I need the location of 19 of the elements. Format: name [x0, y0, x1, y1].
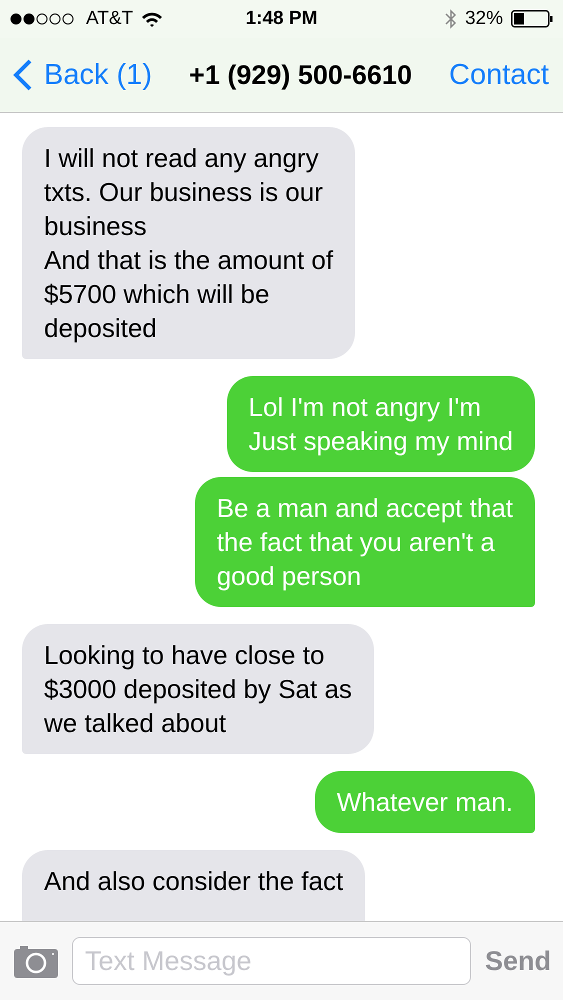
carrier-name: AT&T	[86, 8, 134, 30]
message-bubble: Be a man and accept that the fact that you aren't a good person	[194, 477, 535, 607]
camera-icon[interactable]	[14, 944, 58, 978]
message-bubble: And also consider the fact	[22, 850, 366, 921]
wifi-icon	[141, 11, 164, 27]
back-button[interactable]: Back (1)	[12, 58, 152, 92]
clock-time: 1:48 PM	[246, 8, 318, 30]
contact-button[interactable]: Contact	[449, 58, 549, 92]
chevron-left-icon	[12, 58, 34, 92]
message-bubble: Whatever man.	[314, 771, 535, 833]
message-field[interactable]: Text Message	[72, 937, 471, 985]
bluetooth-icon	[444, 8, 457, 30]
battery-percent: 32%	[464, 8, 503, 30]
send-button[interactable]: Send	[484, 946, 551, 976]
message-bubble: Lol I'm not angry I'm Just speaking my mind	[226, 376, 535, 472]
message-bubble: I will not read any angry txts. Our business is our business And that is the amount of $5700 which will be deposited	[22, 127, 356, 359]
battery-icon	[511, 10, 553, 28]
message-bubble: Looking to have close to $3000 deposited by Sat as we talked about	[22, 624, 374, 754]
contact-number: +1 (929) 500-6610	[189, 60, 412, 90]
